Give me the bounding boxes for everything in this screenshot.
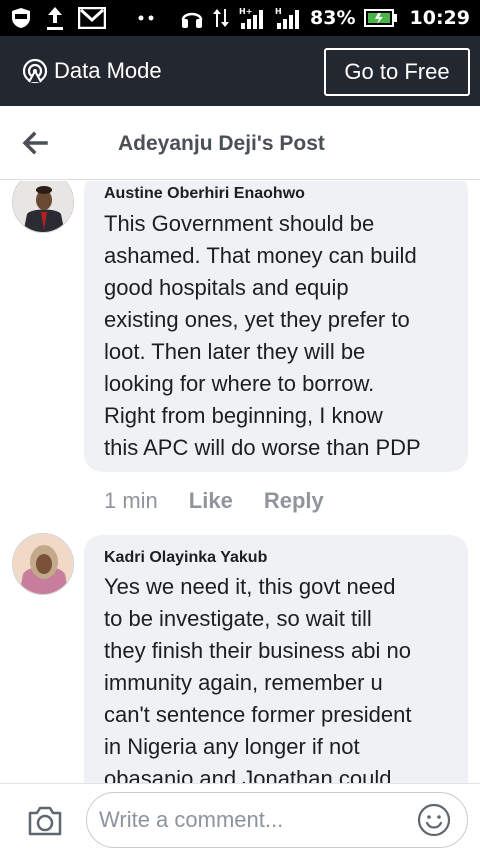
svg-text:H: H [275,7,282,16]
comment-input[interactable] [99,801,399,839]
signal-icon: H+ [239,7,264,29]
comments-list: Austine Oberhiri Enaohwo This Government… [0,181,480,783]
comment-text: Yes we need it, this govt need to be inv… [104,571,474,783]
camera-icon[interactable] [26,804,64,838]
emoji-icon[interactable] [417,803,451,837]
data-mode-icon [22,58,48,84]
comment-line: Right from beginning, I know [104,403,383,428]
battery-percent: 83% [310,7,356,29]
status-bar-left [10,0,158,36]
battery-icon [363,9,397,27]
comment-author[interactable]: Austine Oberhiri Enaohwo [104,185,305,203]
comment-line: obasanjo and Jonathan could [104,766,392,783]
comment-line: existing ones, yet they prefer to [104,307,410,332]
comment-bubble[interactable]: Kadri Olayinka Yakub Yes we need it, thi… [84,535,468,783]
shield-icon [12,8,30,28]
comment-line: loot. Then later they will be [104,339,366,364]
status-bar-right: H+ H 83% 10:29 [180,0,470,36]
comment-timestamp: 1 min [104,488,158,513]
page-title: Adeyanju Deji's Post [118,132,325,155]
signal-icon: H [275,7,300,29]
more-dots-icon [138,15,154,21]
upload-icon [47,7,63,30]
comment-bubble[interactable]: Austine Oberhiri Enaohwo This Government… [84,181,468,472]
avatar[interactable] [12,533,74,595]
comment-line: this APC will do worse than PDP [104,435,421,460]
comment-line: they finish their business abi no [104,638,411,663]
comment-author[interactable]: Kadri Olayinka Yakub [104,549,267,567]
comment-line: immunity again, remember u [104,670,383,695]
back-arrow-icon[interactable] [20,128,50,158]
data-mode-label: Data Mode [54,58,162,83]
clock: 10:29 [409,7,470,29]
data-transfer-icon [213,9,230,27]
comment-line: good hospitals and equip [104,275,349,300]
post-header: Adeyanju Deji's Post [0,106,480,180]
comment-line: can't sentence former president [104,702,412,727]
like-button[interactable]: Like [189,488,233,514]
comment-line: in Nigeria any longer if not [104,734,360,759]
comment-text: This Government should be ashamed. That … [104,208,474,464]
comment-line: Yes we need it, this govt need [104,574,396,599]
svg-text:H+: H+ [239,7,252,16]
status-bar: H+ H 83% 10:29 [0,0,480,36]
avatar[interactable] [12,181,74,233]
reply-button[interactable]: Reply [264,488,324,514]
headphones-icon [181,12,203,28]
comment-line: ashamed. That money can build [104,243,417,268]
data-mode-bar: Data Mode Go to Free [0,36,480,106]
comment-line: to be investigate, so wait till [104,606,372,631]
comment-composer [0,783,480,854]
comment-input-box[interactable] [86,792,468,848]
gmail-icon [78,7,106,29]
comment-line: looking for where to borrow. [104,371,375,396]
comment-actions: 1 min Like Reply [104,488,324,514]
comment-line: This Government should be [104,211,375,236]
go-to-free-button[interactable]: Go to Free [324,48,470,96]
